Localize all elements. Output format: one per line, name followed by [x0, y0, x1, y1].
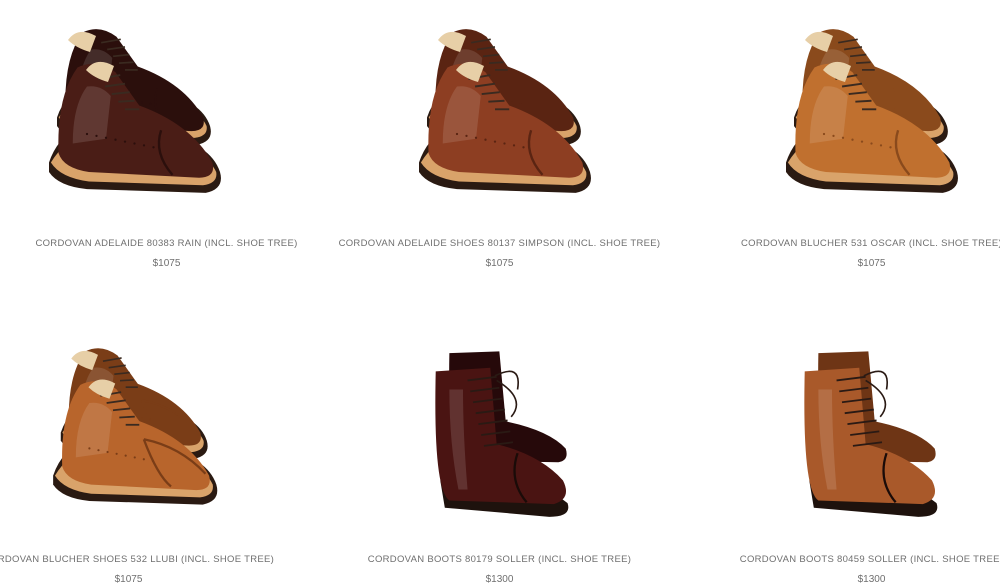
product-image[interactable] [30, 10, 250, 230]
product-price: $1075 [152, 258, 181, 269]
product-card[interactable]: CORDOVAN ADELAIDE 80383 RAIN (INCL. SHOE… [0, 0, 333, 290]
product-card[interactable]: CORDOVAN BLUCHER 531 OSCAR (INCL. SHOE T… [667, 0, 1000, 290]
boot-icon [435, 351, 569, 517]
product-card[interactable]: CORDOVAN ADELAIDE SHOES 80137 SIMPSON (I… [333, 0, 666, 290]
product-title[interactable]: CORDOVAN ADELAIDE SHOES 80137 SIMPSON (I… [333, 238, 666, 249]
product-title[interactable]: CORDOVAN BLUCHER 531 OSCAR (INCL. SHOE T… [705, 238, 1000, 249]
product-image[interactable] [400, 10, 620, 230]
product-price: $1075 [485, 258, 514, 269]
product-price: $1075 [114, 574, 143, 585]
product-title[interactable]: CORDOVAN BOOTS 80459 SOLLER (INCL. SHOE … [705, 554, 1000, 565]
product-image[interactable] [767, 10, 987, 230]
product-image[interactable] [413, 330, 613, 540]
product-image[interactable] [30, 330, 250, 540]
product-title[interactable]: CORDOVAN BLUCHER SHOES 532 LLUBI (INCL. … [0, 554, 295, 565]
product-title[interactable]: CORDOVAN BOOTS 80179 SOLLER (INCL. SHOE … [333, 554, 666, 565]
product-card[interactable]: CORDOVAN BLUCHER SHOES 532 LLUBI (INCL. … [0, 320, 333, 587]
product-card[interactable]: CORDOVAN BOOTS 80459 SOLLER (INCL. SHOE … [667, 320, 1000, 587]
product-price: $1300 [485, 574, 514, 585]
boot-icon [804, 351, 938, 517]
product-price: $1300 [857, 574, 886, 585]
product-card[interactable]: CORDOVAN BOOTS 80179 SOLLER (INCL. SHOE … [333, 320, 666, 587]
product-price: $1075 [857, 258, 886, 269]
product-title[interactable]: CORDOVAN ADELAIDE 80383 RAIN (INCL. SHOE… [0, 238, 333, 249]
product-image[interactable] [782, 330, 982, 540]
